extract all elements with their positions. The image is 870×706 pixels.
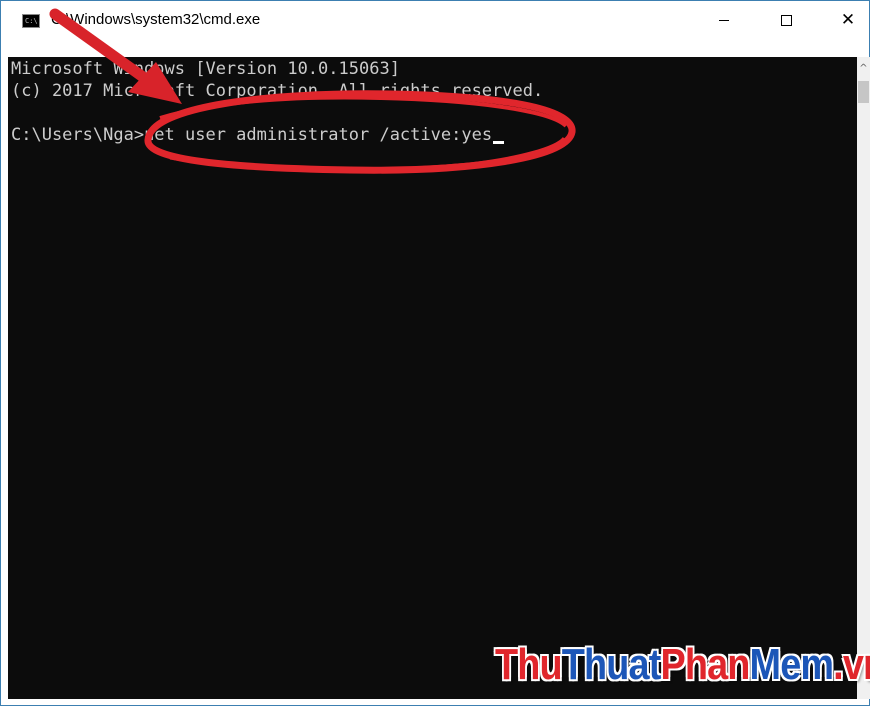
close-button[interactable]: ✕: [825, 1, 870, 39]
scrollbar-thumb[interactable]: [858, 81, 869, 103]
window-title: C:\Windows\system32\cmd.exe: [51, 11, 261, 28]
watermark-part: Mem: [749, 640, 834, 689]
scroll-up-arrow-icon[interactable]: ^: [857, 61, 870, 77]
watermark-logo: ThuThuatPhanMem.vn: [495, 640, 870, 690]
minimize-icon: [719, 19, 729, 21]
console-prompt: C:\Users\Nga>: [11, 125, 145, 145]
watermark-part: Phan: [660, 640, 750, 689]
console-command-line[interactable]: C:\Users\Nga>net user administrator /act…: [11, 124, 505, 146]
maximize-icon: [780, 14, 792, 26]
cmd-app-icon[interactable]: C:\: [22, 14, 40, 28]
console-output[interactable]: Microsoft Windows [Version 10.0.15063] (…: [8, 57, 857, 699]
console-line-copyright: (c) 2017 Microsoft Corporation. All righ…: [11, 81, 544, 101]
watermark-part: Thu: [495, 640, 563, 689]
minimize-button[interactable]: [701, 1, 747, 39]
watermark-part: .vn: [833, 640, 870, 689]
watermark-part: Thuat: [561, 640, 662, 689]
close-icon: ✕: [840, 10, 856, 30]
cmd-window: C:\ C:\Windows\system32\cmd.exe ✕ Micros…: [0, 0, 870, 706]
maximize-button[interactable]: [763, 1, 809, 39]
console-command[interactable]: net user administrator /active:yes: [144, 125, 492, 145]
title-bar[interactable]: C:\ C:\Windows\system32\cmd.exe ✕: [1, 1, 869, 39]
vertical-scrollbar[interactable]: ^: [857, 57, 870, 699]
text-cursor: [493, 141, 505, 144]
console-line-version: Microsoft Windows [Version 10.0.15063]: [11, 59, 400, 79]
